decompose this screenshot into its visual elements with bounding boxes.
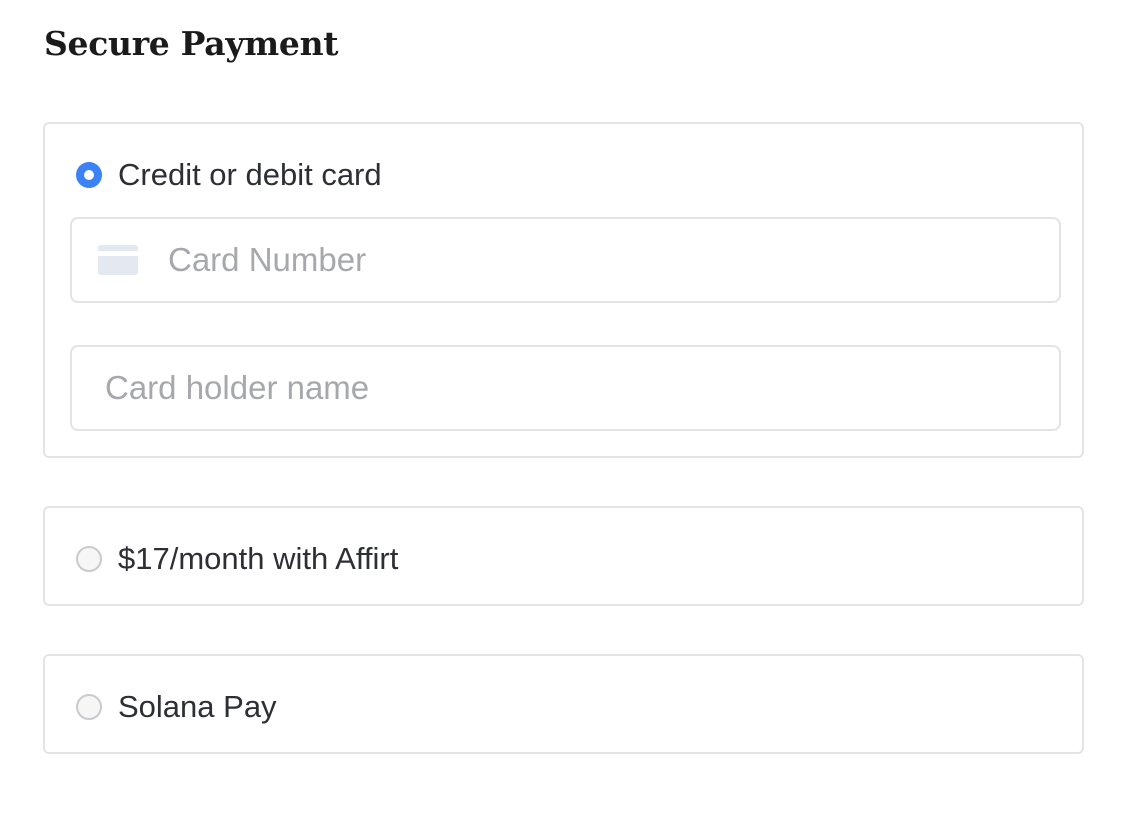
payment-option-solana: Solana Pay (43, 654, 1084, 754)
card-number-input[interactable] (168, 241, 1059, 279)
card-number-field[interactable] (70, 217, 1061, 303)
payment-option-affirm: $17/month with Affirt (43, 506, 1084, 606)
credit-card-icon (98, 245, 138, 275)
card-radio[interactable] (76, 162, 102, 188)
affirm-option-radio-row[interactable]: $17/month with Affirt (76, 542, 398, 576)
affirm-radio[interactable] (76, 546, 102, 572)
affirm-option-label: $17/month with Affirt (118, 541, 399, 576)
solana-radio[interactable] (76, 694, 102, 720)
solana-option-radio-row[interactable]: Solana Pay (76, 690, 277, 724)
payment-option-card: Credit or debit card (43, 122, 1084, 458)
card-option-radio-row[interactable]: Credit or debit card (76, 158, 382, 192)
page-title: Secure Payment (44, 24, 339, 63)
card-holder-field[interactable] (70, 345, 1061, 431)
card-holder-input[interactable] (105, 369, 1059, 407)
card-option-label: Credit or debit card (118, 157, 382, 192)
solana-option-label: Solana Pay (118, 689, 277, 724)
